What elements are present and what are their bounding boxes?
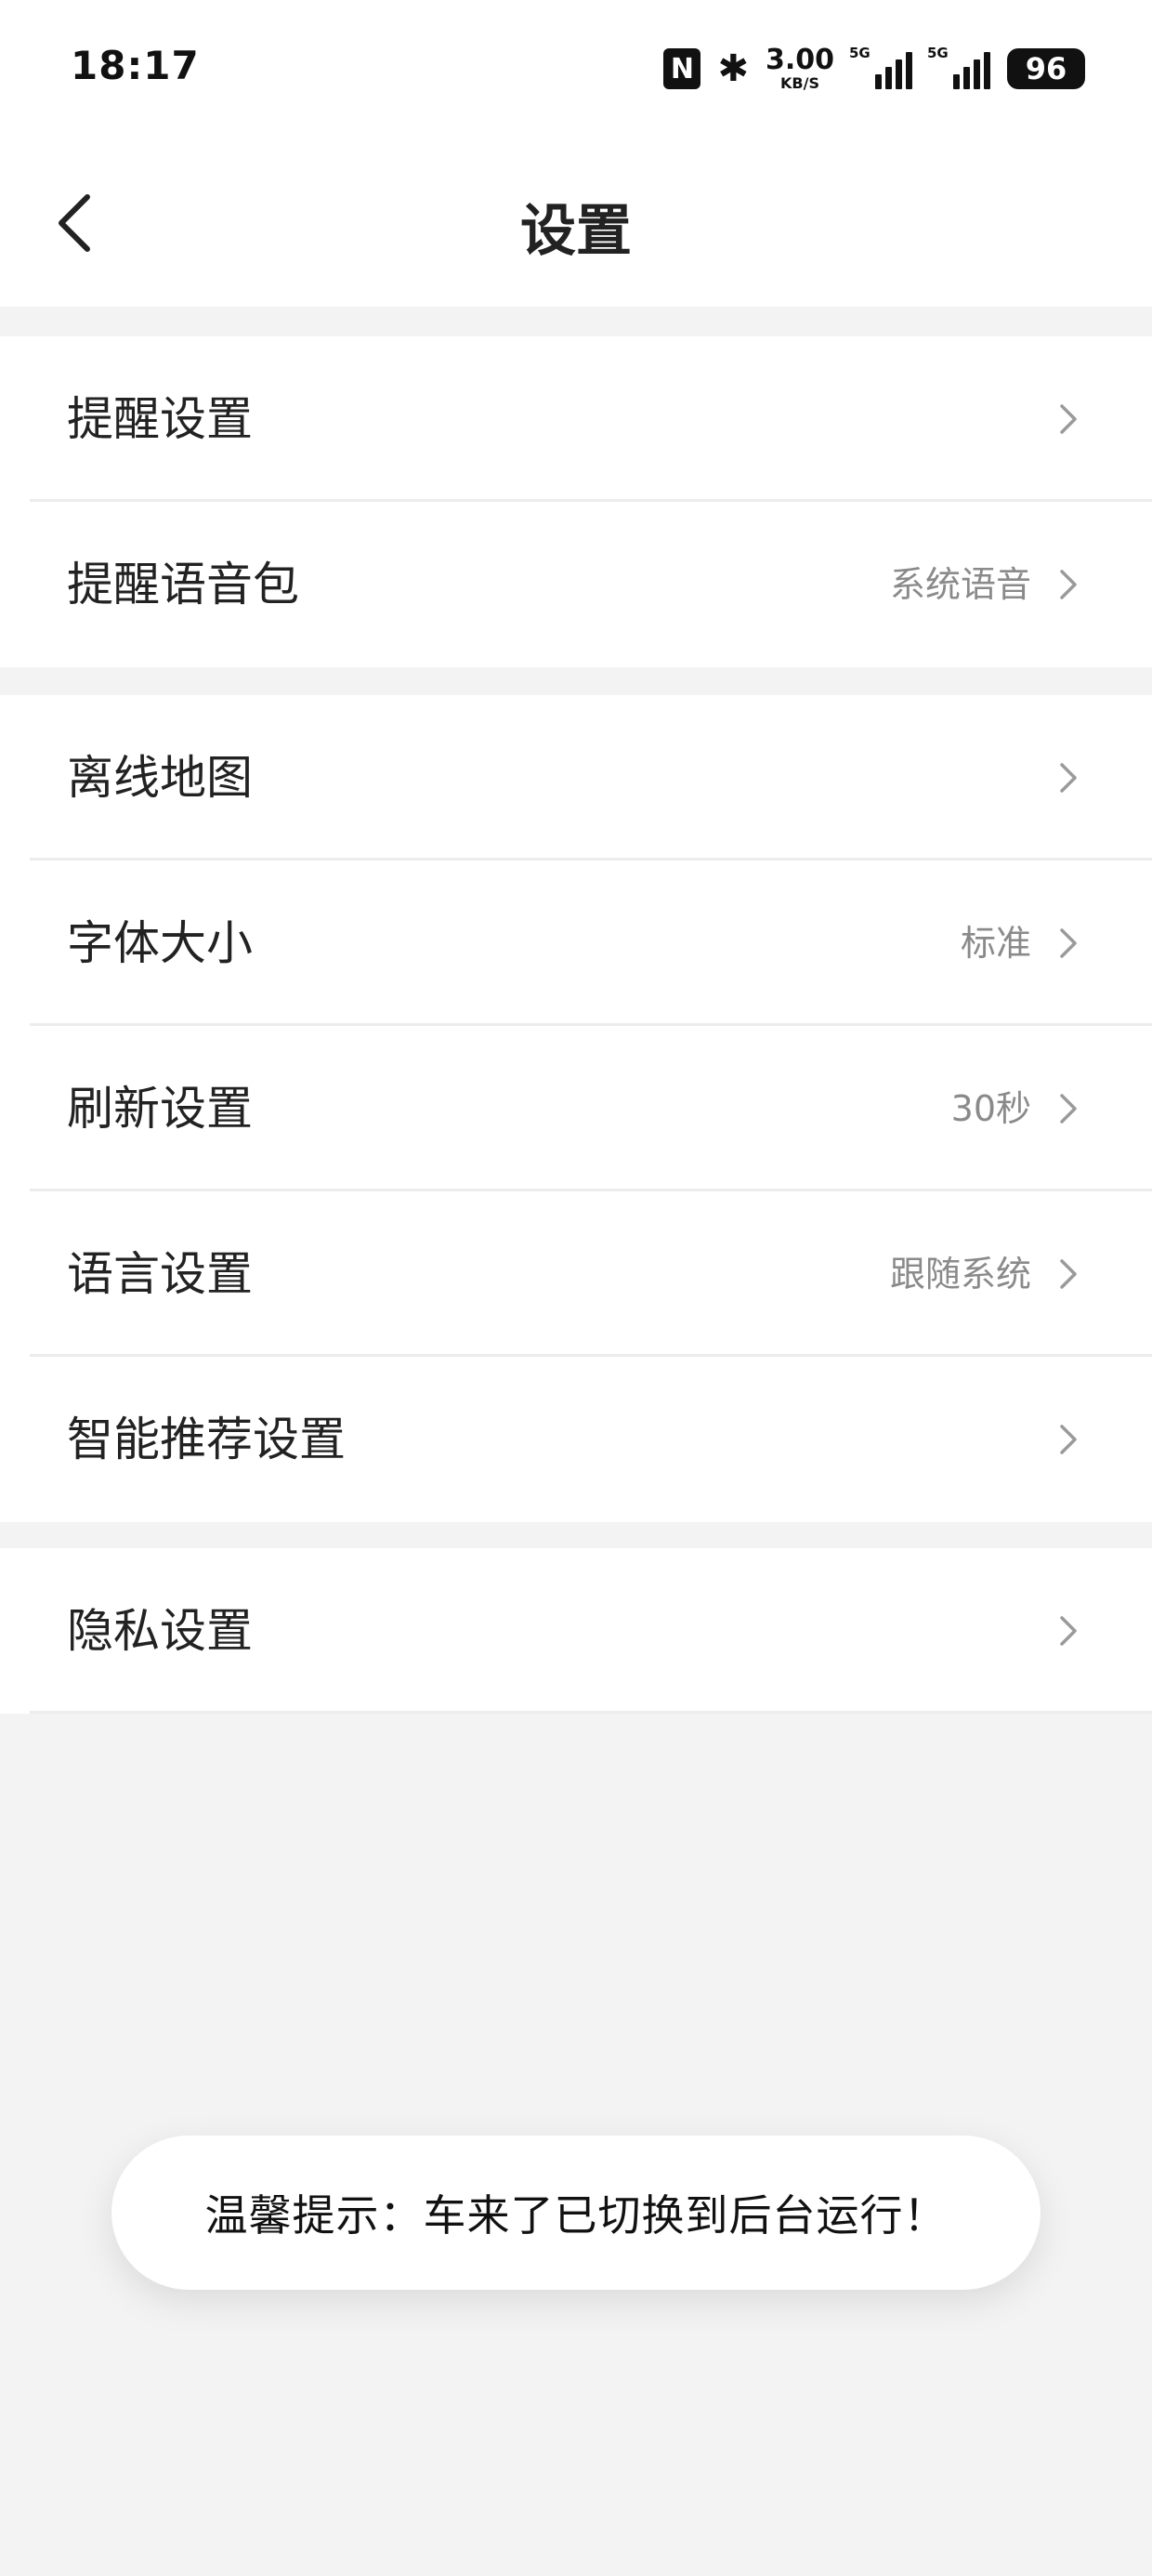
- network-speed-unit: KB/S: [780, 74, 819, 92]
- settings-group-3: 隐私设置: [0, 1548, 1152, 1714]
- network-speed: 3.00 KB/S: [766, 46, 834, 91]
- settings-row-value: 系统语音: [889, 564, 1031, 605]
- signal-1-label: 5G: [849, 45, 871, 61]
- settings-group-1: 提醒设置 提醒语音包 系统语音: [0, 336, 1152, 667]
- settings-row-label: 刷新设置: [67, 1082, 253, 1136]
- bluetooth-icon: ✱: [717, 47, 749, 90]
- settings-row-label: 智能推荐设置: [67, 1413, 346, 1466]
- signal-2-label: 5G: [927, 45, 949, 61]
- settings-row-label: 提醒设置: [67, 392, 253, 446]
- chevron-right-icon: [1048, 1254, 1089, 1295]
- signal-icon-2: 5G: [927, 45, 990, 89]
- settings-row-label: 离线地图: [67, 751, 253, 805]
- toast-text: 温馨提示：车来了已切换到后台运行！: [204, 2190, 948, 2241]
- network-speed-value: 3.00: [765, 44, 834, 76]
- settings-row-smart-recommend[interactable]: 智能推荐设置: [0, 1357, 1152, 1522]
- signal-icon-1: 5G: [849, 45, 912, 89]
- status-time: 18:17: [71, 43, 200, 88]
- settings-row-value: 跟随系统: [889, 1254, 1031, 1295]
- settings-row-offline-map[interactable]: 离线地图: [0, 695, 1152, 861]
- settings-row-label: 隐私设置: [67, 1604, 253, 1658]
- chevron-right-icon: [1048, 923, 1089, 964]
- settings-row-privacy[interactable]: 隐私设置: [0, 1548, 1152, 1714]
- page-title: 设置: [520, 199, 632, 264]
- settings-row-label: 语言设置: [67, 1247, 253, 1301]
- status-bar: 18:17 N ✱ 3.00 KB/S 5G 5G 96: [0, 0, 1152, 139]
- header: 设置: [0, 139, 1152, 307]
- chevron-right-icon: [1048, 1419, 1089, 1460]
- settings-row-refresh[interactable]: 刷新设置 30秒: [0, 1026, 1152, 1191]
- settings-group-2: 离线地图 字体大小 标准 刷新设置 30秒 语言设置 跟随系统 智能推荐设置: [0, 695, 1152, 1522]
- chevron-right-icon: [1048, 564, 1089, 605]
- battery-icon: 96: [1007, 48, 1085, 89]
- settings-row-reminder[interactable]: 提醒设置: [0, 336, 1152, 502]
- settings-row-value: 30秒: [950, 1088, 1031, 1129]
- chevron-right-icon: [1048, 1610, 1089, 1651]
- status-icons: N ✱ 3.00 KB/S 5G 5G 96: [663, 43, 1085, 95]
- settings-row-voice-pack[interactable]: 提醒语音包 系统语音: [0, 502, 1152, 667]
- settings-row-label: 字体大小: [67, 916, 253, 970]
- chevron-right-icon: [1048, 757, 1089, 798]
- chevron-right-icon: [1048, 399, 1089, 440]
- settings-row-font-size[interactable]: 字体大小 标准: [0, 861, 1152, 1026]
- nfc-icon: N: [663, 48, 701, 89]
- toast-message: 温馨提示：车来了已切换到后台运行！: [111, 2136, 1041, 2290]
- settings-row-language[interactable]: 语言设置 跟随系统: [0, 1191, 1152, 1357]
- chevron-right-icon: [1048, 1088, 1089, 1129]
- settings-row-value: 标准: [960, 923, 1031, 964]
- settings-row-label: 提醒语音包: [67, 558, 299, 611]
- divider: [30, 1711, 1152, 1714]
